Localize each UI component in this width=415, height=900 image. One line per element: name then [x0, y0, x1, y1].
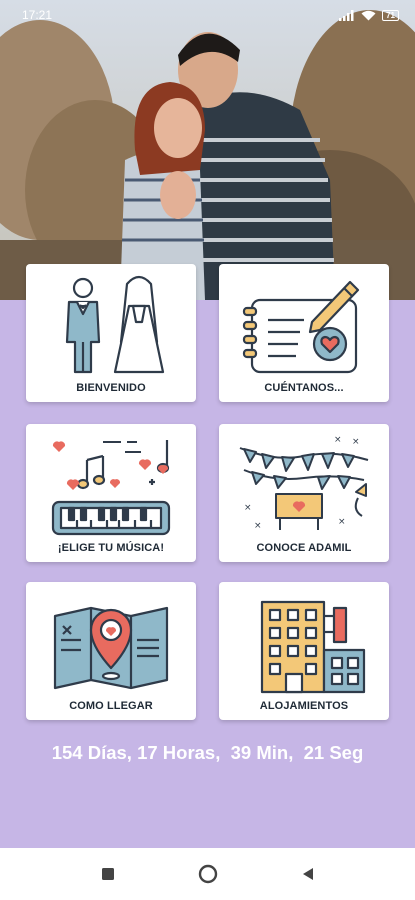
menu-card-label: COMO LLEGAR	[69, 700, 153, 712]
photo-illustration	[0, 0, 415, 300]
menu-card-label: BIENVENIDO	[76, 382, 146, 394]
menu-card-como-llegar[interactable]: COMO LLEGAR	[26, 582, 196, 720]
wedding-countdown: 154 Días, 17 Horas, 39 Min, 21 Seg	[51, 742, 364, 763]
menu-card-conoce-adamil[interactable]: × × × × × CONOCE ADAMIL	[219, 424, 389, 562]
system-navigation-bar	[0, 848, 415, 900]
battery-icon: 71	[382, 9, 399, 21]
menu-card-label: ¡ELIGE TU MÚSICA!	[57, 542, 165, 554]
status-icons: 71	[339, 9, 399, 21]
piano-music-icon	[51, 440, 171, 536]
hotel-building-icon	[260, 600, 366, 694]
menu-card-cuentanos[interactable]: CUÉNTANOS...	[219, 264, 389, 402]
menu-card-label: CUÉNTANOS...	[264, 382, 344, 394]
svg-text:×: ×	[352, 437, 360, 447]
back-triangle-icon[interactable]	[297, 863, 319, 885]
menu-card-alojamientos[interactable]: ALOJAMIENTOS	[219, 582, 389, 720]
menu-card-bienvenido[interactable]: BIENVENIDO	[26, 264, 196, 402]
wifi-icon	[361, 10, 376, 20]
menu-card-label: CONOCE ADAMIL	[256, 542, 352, 554]
map-pin-icon	[53, 606, 169, 690]
home-circle-icon[interactable]	[197, 863, 219, 885]
notepad-heart-icon	[242, 280, 360, 374]
svg-text:×: ×	[254, 521, 262, 531]
recents-square-icon[interactable]	[97, 863, 119, 885]
svg-text:×: ×	[244, 503, 252, 513]
party-banner-icon: × × × × ×	[239, 435, 369, 531]
couple-photo	[0, 0, 415, 300]
bride-groom-icon	[65, 275, 165, 374]
signal-icon	[339, 9, 354, 21]
menu-card-label: ALOJAMIENTOS	[259, 700, 349, 712]
svg-text:×: ×	[334, 435, 342, 445]
status-bar: 17:21 71	[0, 0, 415, 30]
menu-card-elige-tu-musica[interactable]: ¡ELIGE TU MÚSICA!	[26, 424, 196, 562]
svg-text:×: ×	[338, 517, 346, 527]
status-time: 17:21	[22, 8, 53, 22]
